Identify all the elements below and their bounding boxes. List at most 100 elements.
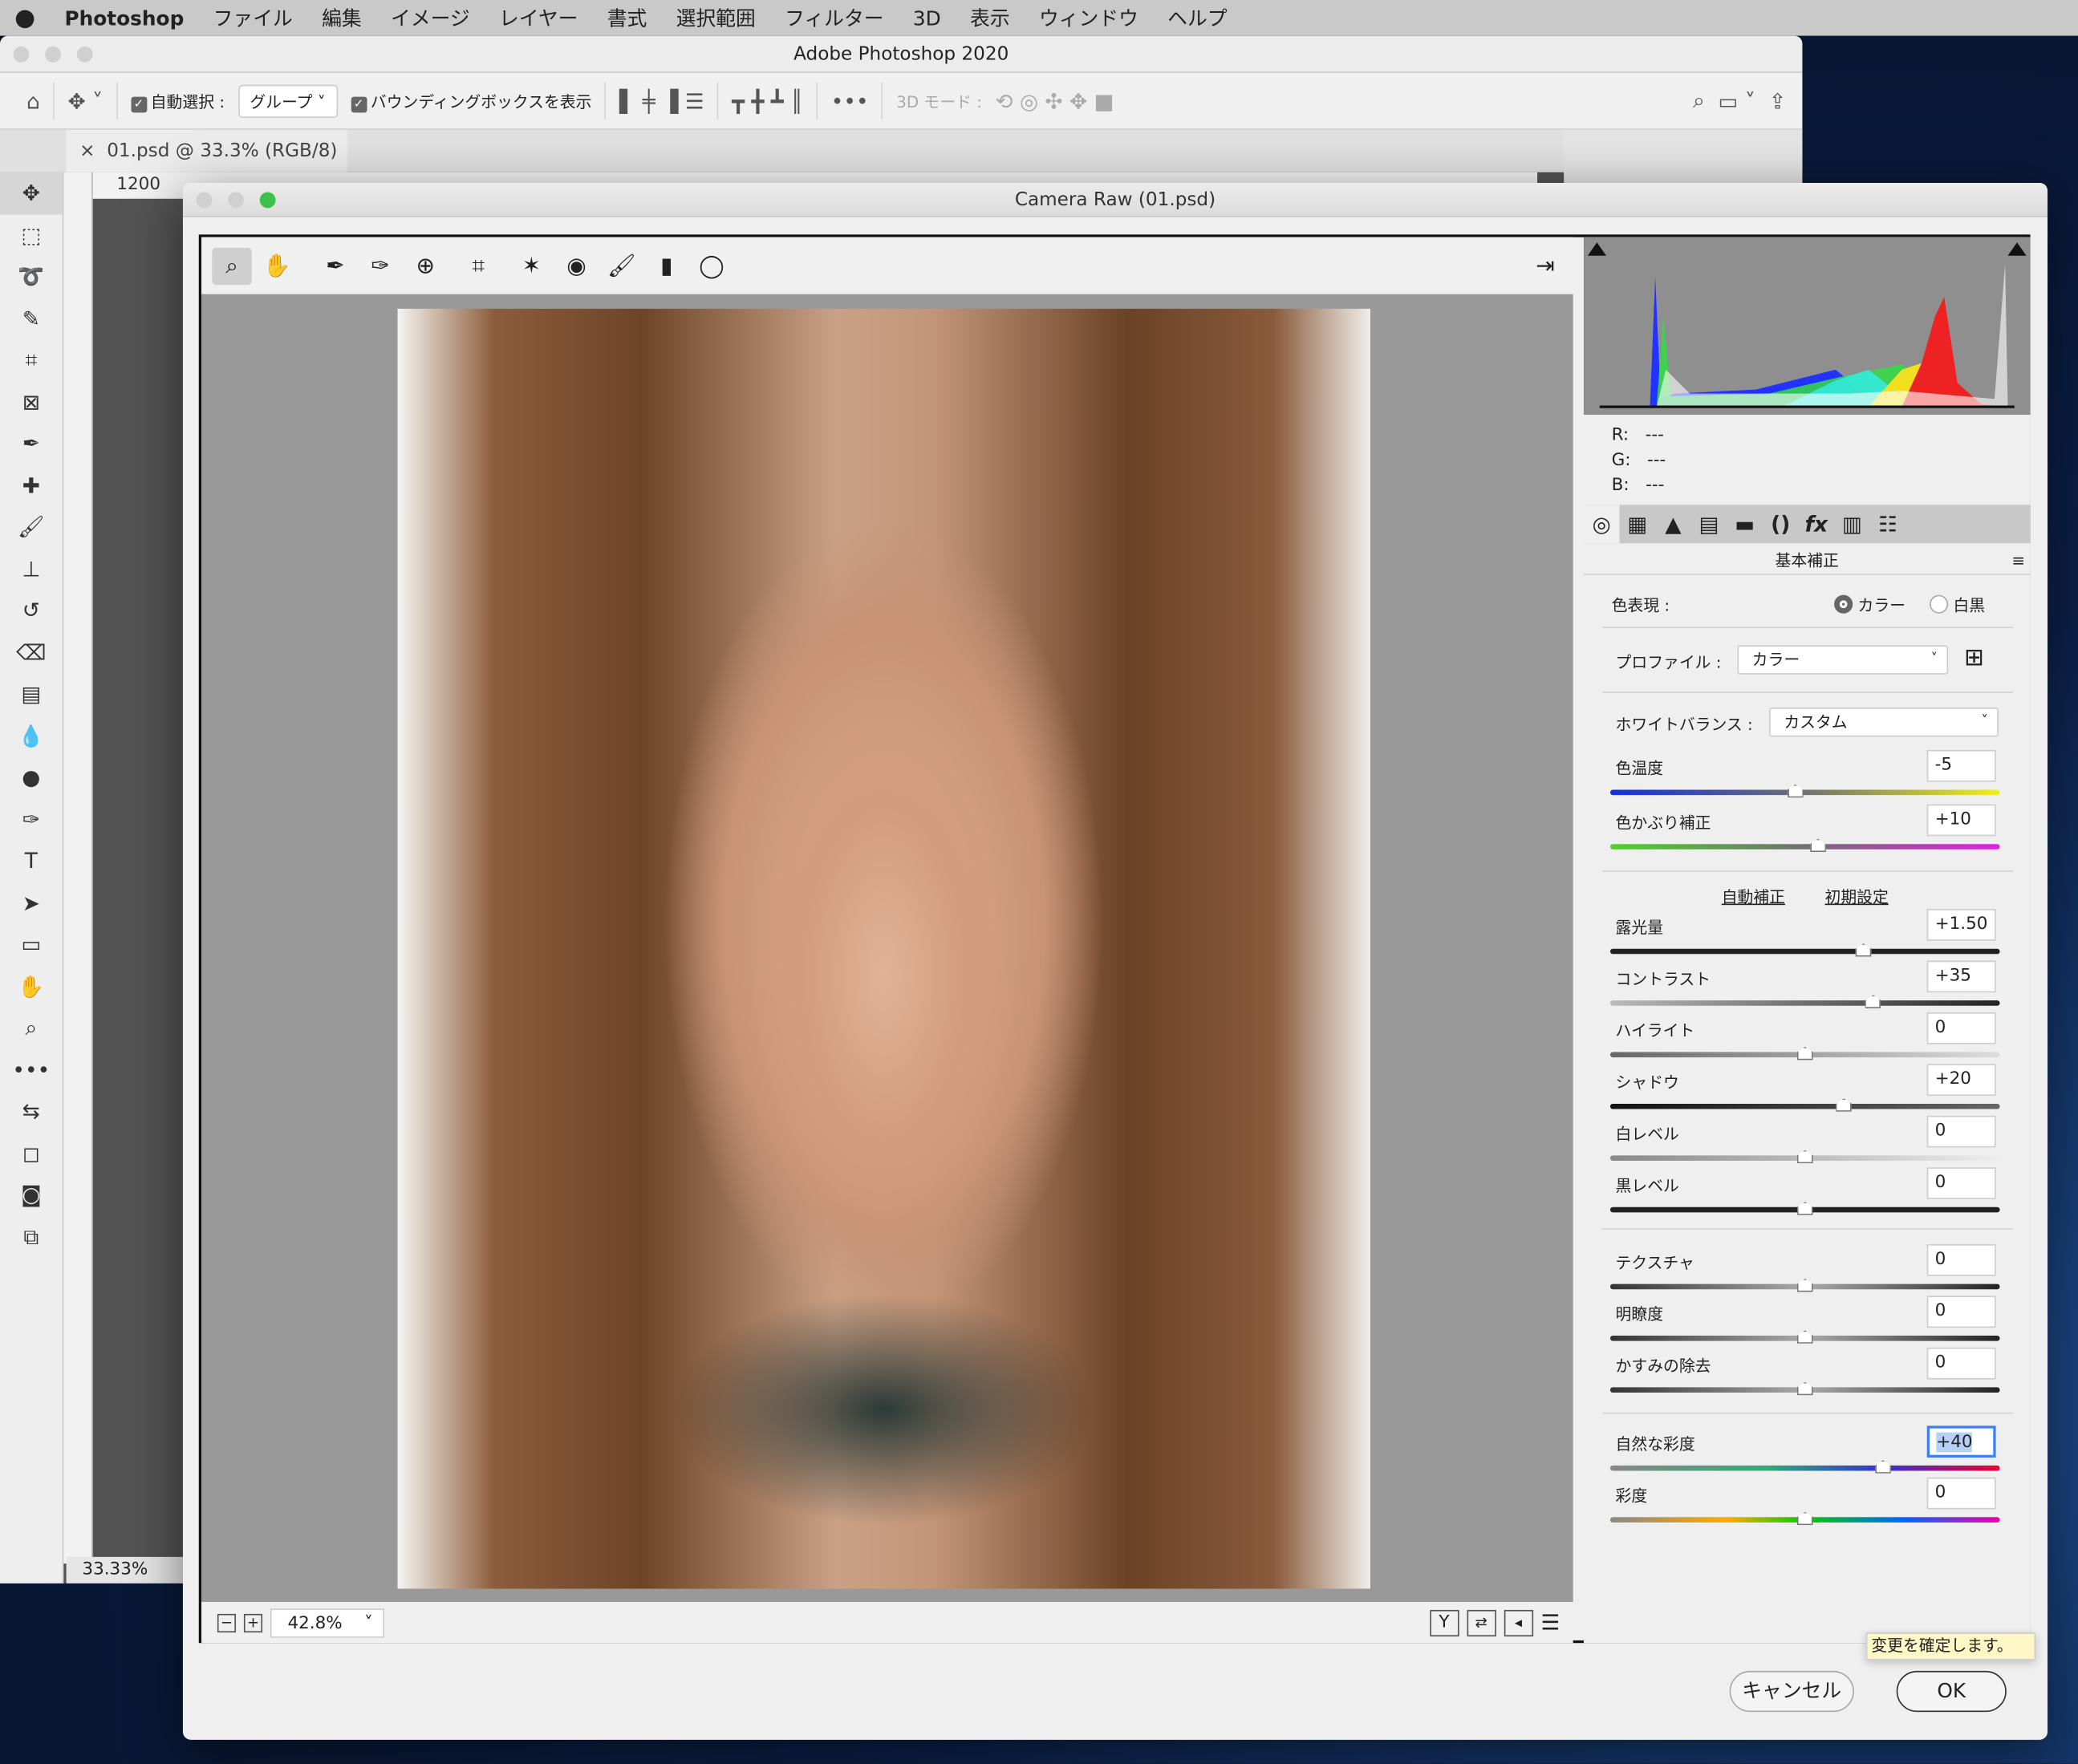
slider-4-value-field[interactable]: 0 [1926, 1012, 1996, 1044]
move-tool-icon[interactable]: ✥ ˅ [67, 88, 103, 113]
slider-12-thumb[interactable] [1796, 1511, 1813, 1526]
align-icons[interactable]: ▌ ╪ ▐ ☰ [619, 88, 704, 113]
slider-4-thumb[interactable] [1796, 1046, 1813, 1060]
dodge-tool-icon[interactable]: ● [0, 756, 63, 798]
share-icon[interactable]: ⇪ [1768, 88, 1786, 113]
blur-tool-icon[interactable]: 💧 [0, 715, 63, 756]
quick-mask-icon[interactable]: ◙ [0, 1174, 63, 1215]
menu-edit[interactable]: 編集 [307, 4, 376, 32]
quick-select-tool-icon[interactable]: ✎ [0, 298, 63, 339]
menu-filter[interactable]: フィルター [770, 4, 899, 32]
auto-button[interactable]: 自動補正 [1722, 885, 1785, 907]
calibration-tab-icon[interactable]: ▥ [1834, 505, 1870, 543]
transform-tool-icon[interactable]: ⌗ [459, 247, 499, 284]
slider-2-track[interactable] [1609, 948, 2000, 955]
distribute-icons[interactable]: ┳ ╋ ┻ ║ [732, 88, 803, 113]
effects-tab-icon[interactable]: fx [1798, 505, 1834, 543]
slider-3-thumb[interactable] [1865, 995, 1881, 1009]
lasso-tool-icon[interactable]: ➰ [0, 256, 63, 298]
menu-window[interactable]: ウィンドウ [1025, 4, 1153, 32]
ps-zoom-level[interactable]: 33.33% [66, 1556, 186, 1584]
frame-tool-icon[interactable]: ⊠ [0, 381, 63, 423]
tone-curve-tab-icon[interactable]: ▦ [1619, 505, 1655, 543]
before-after-icon[interactable]: Y [1429, 1609, 1459, 1636]
slider-8-thumb[interactable] [1796, 1278, 1813, 1292]
type-tool-icon[interactable]: T [0, 840, 63, 882]
slider-10-value-field[interactable]: 0 [1926, 1347, 1996, 1380]
swap-colors-icon[interactable]: ⇆ [0, 1090, 63, 1132]
treatment-bw-radio[interactable]: 白黒 [1930, 594, 1985, 616]
menu-view[interactable]: 表示 [956, 4, 1025, 32]
menu-layer[interactable]: レイヤー [485, 4, 593, 32]
presets-tab-icon[interactable]: ☷ [1870, 505, 1906, 543]
zoom-button[interactable] [76, 46, 93, 63]
zoom-in-button[interactable]: + [243, 1613, 263, 1632]
slider-3-track[interactable] [1609, 1000, 2000, 1006]
zoom-tool-icon[interactable]: ⌕ [0, 1007, 63, 1048]
eyedropper-tool-icon[interactable]: ✒ [0, 423, 63, 464]
zoom-out-button[interactable]: − [217, 1613, 237, 1632]
bbox-checkbox[interactable]: ✓ バウンディングボックスを表示 [351, 89, 591, 112]
zoom-button[interactable] [259, 192, 276, 209]
treatment-color-radio[interactable]: カラー [1834, 594, 1906, 616]
menu-type[interactable]: 書式 [593, 4, 662, 32]
slider-5-track[interactable] [1609, 1103, 2000, 1109]
detail-tab-icon[interactable]: ▲ [1655, 505, 1691, 543]
gradient-tool-icon[interactable]: ▤ [0, 673, 63, 715]
copy-settings-icon[interactable]: ◂ [1504, 1609, 1533, 1636]
hand-tool-icon[interactable]: ✋ [0, 965, 63, 1007]
zoom-level-field[interactable]: 42.8% ˅ [270, 1608, 385, 1637]
slider-11-value-field[interactable]: +40 [1926, 1425, 1996, 1458]
slider-9-value-field[interactable]: 0 [1926, 1296, 1996, 1328]
slider-0-value-field[interactable]: -5 [1926, 749, 1996, 782]
workspace-icon[interactable]: ▭ ˅ [1718, 88, 1755, 113]
slider-9-thumb[interactable] [1796, 1330, 1813, 1344]
profile-browser-icon[interactable]: ⊞ [1964, 644, 1984, 672]
split-toning-tab-icon[interactable]: ▬ [1727, 505, 1763, 543]
open-preferences-icon[interactable]: ⇥ [1525, 247, 1565, 284]
healing-tool-icon[interactable]: ✚ [0, 464, 63, 506]
default-button[interactable]: 初期設定 [1825, 885, 1889, 907]
lens-tab-icon[interactable]: () [1763, 505, 1799, 543]
slider-7-thumb[interactable] [1796, 1202, 1813, 1215]
stamp-tool-icon[interactable]: ⊥ [0, 548, 63, 590]
more-icon[interactable]: ••• [831, 88, 869, 113]
minimize-button[interactable] [228, 192, 244, 209]
search-icon[interactable]: ⌕ [1693, 87, 1705, 114]
white-balance-tool-icon[interactable]: ✒ [315, 247, 355, 284]
red-eye-icon[interactable]: ◉ [557, 247, 597, 284]
menu-3d[interactable]: 3D [899, 6, 956, 30]
menu-help[interactable]: ヘルプ [1153, 4, 1242, 32]
slider-1-track[interactable] [1609, 844, 2000, 850]
slider-3-value-field[interactable]: +35 [1926, 960, 1996, 993]
crop-tool-icon[interactable]: ⌗ [0, 339, 63, 381]
screen-mode-icon[interactable]: ⧉ [0, 1216, 63, 1258]
move-tool-icon[interactable]: ✥ [0, 172, 63, 214]
hsl-tab-icon[interactable]: ▤ [1691, 505, 1727, 543]
spot-removal-icon[interactable]: ✶ [512, 247, 552, 284]
slider-5-value-field[interactable]: +20 [1926, 1064, 1996, 1097]
slider-11-thumb[interactable] [1874, 1460, 1891, 1474]
slider-1-thumb[interactable] [1810, 838, 1826, 853]
slider-6-thumb[interactable] [1796, 1150, 1813, 1164]
auto-select-checkbox[interactable]: ✓ 自動選択 : [130, 89, 225, 112]
apple-icon[interactable]: ● [0, 4, 50, 32]
hand-tool-icon[interactable]: ✋ [257, 247, 297, 284]
brush-tool-icon[interactable]: 🖌 [0, 506, 63, 548]
basic-tab-icon[interactable]: ◎ [1583, 505, 1620, 544]
document-tab[interactable]: × 01.psd @ 33.3% (RGB/8) [66, 129, 347, 172]
color-swatches[interactable]: ◻ [0, 1132, 63, 1174]
slider-6-value-field[interactable]: 0 [1926, 1115, 1996, 1148]
slider-2-value-field[interactable]: +1.50 [1926, 909, 1996, 941]
white-balance-dropdown[interactable]: カスタム ˅ [1769, 708, 1999, 737]
minimize-button[interactable] [45, 46, 61, 63]
home-icon[interactable]: ⌂ [26, 88, 40, 113]
swap-before-after-icon[interactable]: ⇄ [1466, 1609, 1496, 1636]
pen-tool-icon[interactable]: ✑ [0, 798, 63, 840]
auto-select-dropdown[interactable]: グループ ˅ [237, 83, 338, 118]
close-button[interactable] [13, 46, 30, 63]
slider-7-value-field[interactable]: 0 [1926, 1167, 1996, 1199]
cancel-button[interactable]: キャンセル [1729, 1670, 1854, 1713]
adjustment-brush-icon[interactable]: 🖌 [602, 247, 642, 284]
graduated-filter-icon[interactable]: ▮ [647, 247, 687, 284]
